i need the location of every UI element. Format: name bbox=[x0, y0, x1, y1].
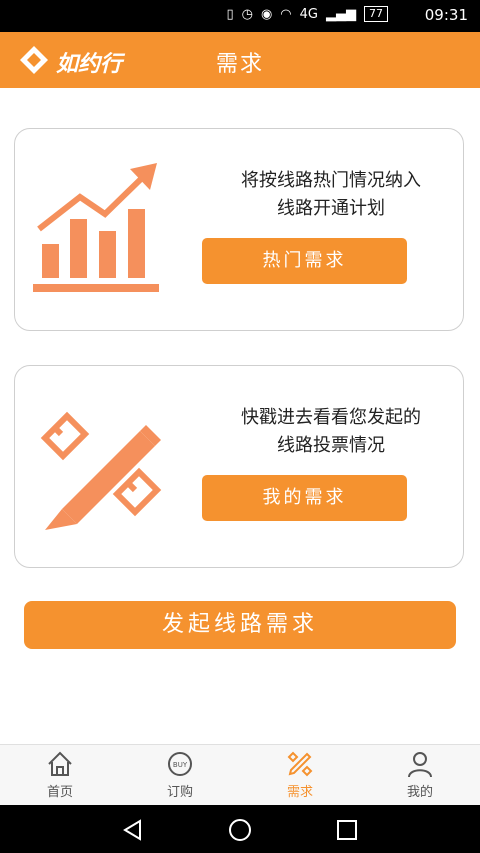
pencil-ruler-icon bbox=[287, 751, 313, 777]
status-bar: ▯ ◷ ◉ ◠ 4G ▂▄▆ 77 09:31 bbox=[0, 0, 480, 32]
my-demand-text-line1: 快戳进去看看您发起的 bbox=[241, 407, 421, 428]
tab-home[interactable]: 首页 bbox=[0, 745, 120, 806]
eye-icon: ◉ bbox=[260, 6, 273, 22]
alarm-icon: ◷ bbox=[241, 6, 253, 22]
my-demand-card: 快戳进去看看您发起的 线路投票情况 我的需求 bbox=[14, 365, 464, 568]
wifi-icon: ◠ bbox=[280, 6, 292, 22]
app-header: 如约行 需求 bbox=[0, 32, 480, 88]
tab-demand[interactable]: 需求 bbox=[240, 745, 360, 806]
status-icons: ▯ ◷ ◉ ◠ 4G ▂▄▆ 77 bbox=[226, 6, 388, 22]
buy-icon: BUY bbox=[168, 752, 192, 776]
page-title: 需求 bbox=[215, 52, 264, 77]
status-time: 09:31 bbox=[424, 6, 468, 24]
my-demand-description: 快戳进去看看您发起的 线路投票情况 bbox=[201, 404, 461, 460]
home-nav-icon[interactable] bbox=[227, 817, 253, 843]
tab-bar: 首页 BUY 订购 需求 我的 bbox=[0, 744, 480, 806]
vibrate-icon: ▯ bbox=[226, 6, 234, 22]
buy-icon-text: BUY bbox=[173, 761, 188, 769]
hot-demand-description: 将按线路热门情况纳入 线路开通计划 bbox=[201, 167, 461, 223]
tab-mine-label: 我的 bbox=[406, 785, 433, 800]
battery-icon: 77 bbox=[364, 6, 388, 22]
tab-mine[interactable]: 我的 bbox=[360, 745, 480, 806]
hot-demand-text-line2: 线路开通计划 bbox=[277, 198, 385, 219]
home-icon bbox=[48, 751, 72, 776]
tab-home-label: 首页 bbox=[46, 785, 73, 800]
network-label: 4G bbox=[299, 6, 318, 22]
hot-demand-text-line1: 将按线路热门情况纳入 bbox=[241, 170, 421, 191]
system-nav-bar bbox=[0, 805, 480, 853]
hot-demand-button[interactable]: 热门需求 bbox=[202, 238, 407, 284]
tab-buy-label: 订购 bbox=[166, 785, 193, 800]
my-demand-button[interactable]: 我的需求 bbox=[202, 475, 407, 521]
user-icon bbox=[408, 752, 432, 778]
my-demand-text-line2: 线路投票情况 bbox=[277, 435, 385, 456]
tab-demand-label: 需求 bbox=[286, 785, 313, 800]
back-icon[interactable] bbox=[120, 817, 146, 843]
hot-demand-card: 将按线路热门情况纳入 线路开通计划 热门需求 bbox=[14, 128, 464, 331]
tab-buy[interactable]: BUY 订购 bbox=[120, 745, 240, 806]
rising-chart-icon bbox=[33, 163, 159, 292]
create-route-demand-button[interactable]: 发起线路需求 bbox=[24, 601, 456, 649]
recents-icon[interactable] bbox=[334, 817, 360, 843]
pencil-ruler-icon bbox=[40, 411, 162, 530]
signal-icon: ▂▄▆ bbox=[326, 6, 356, 22]
